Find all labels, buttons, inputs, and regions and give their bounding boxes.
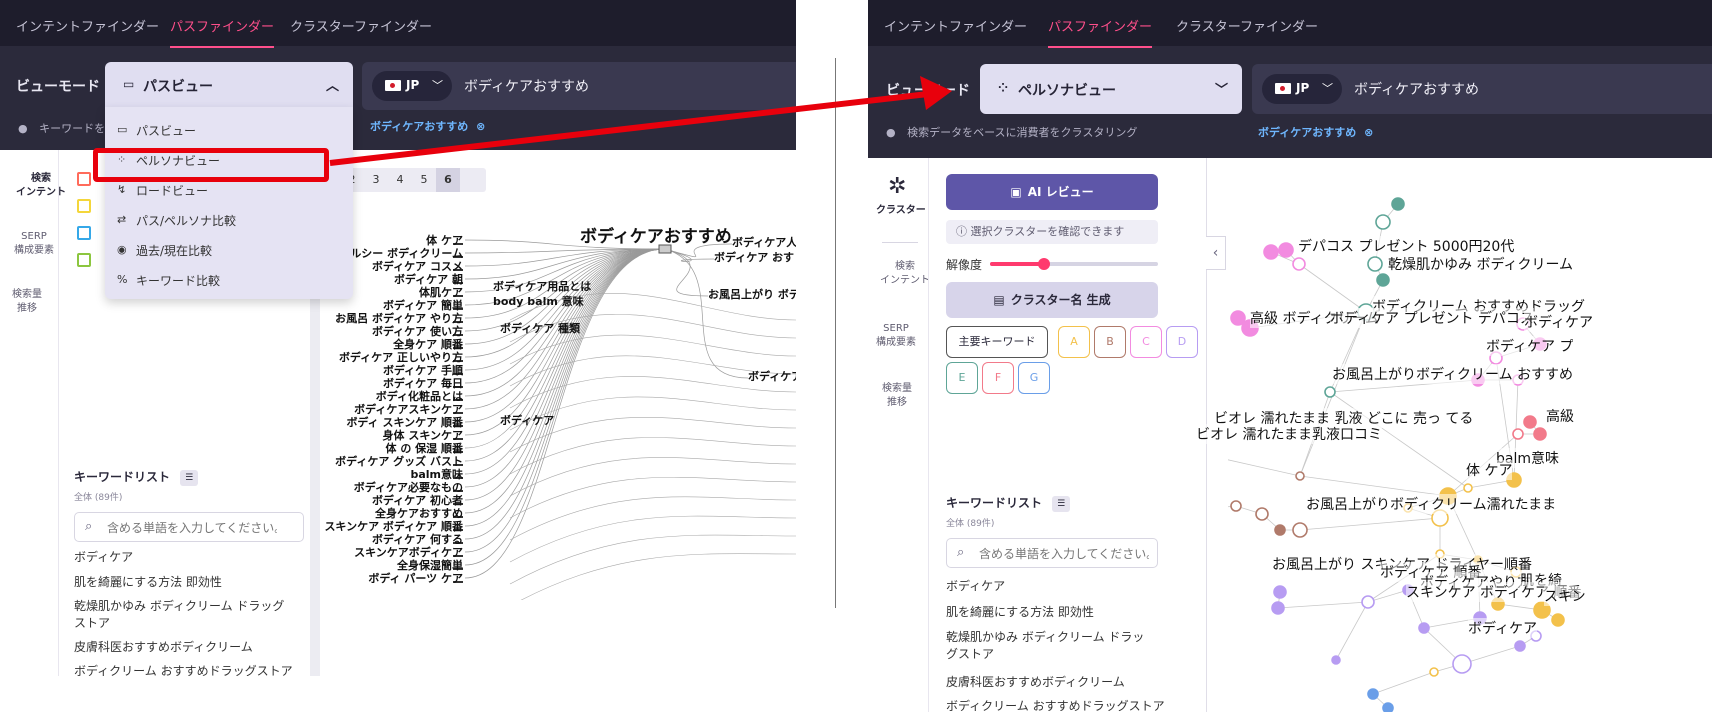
- annotation-arrow: [329, 76, 952, 166]
